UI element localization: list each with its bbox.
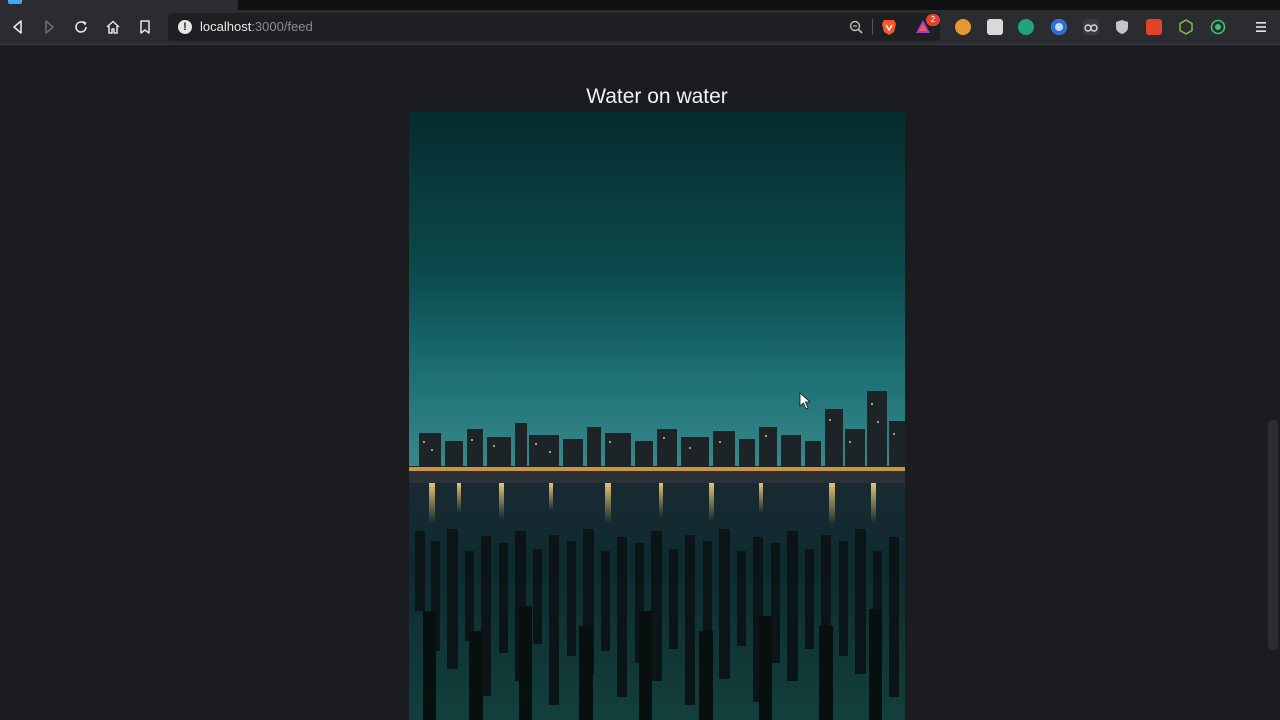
cookie-extension-icon[interactable]	[955, 19, 971, 35]
hexagon-icon	[1179, 19, 1193, 35]
reload-icon	[75, 21, 87, 33]
shield-icon	[1116, 20, 1128, 34]
hamburger-menu-icon[interactable]	[1254, 20, 1268, 34]
translate-extension-icon[interactable]	[987, 19, 1003, 35]
react-devtools-extension-icon[interactable]	[1146, 19, 1162, 35]
url-path: :3000/feed	[251, 19, 313, 34]
back-button[interactable]	[7, 16, 29, 38]
page-content: Water on water	[0, 45, 1266, 720]
forward-icon	[45, 20, 54, 34]
node-extension-icon[interactable]	[1178, 19, 1194, 35]
bookmark-icon	[140, 20, 150, 34]
tab-favicon-icon	[8, 0, 22, 4]
back-icon	[13, 20, 22, 34]
scrollbar-thumb[interactable]	[1268, 420, 1278, 650]
glasses-extension-icon[interactable]	[1083, 19, 1099, 35]
globe-extension-icon[interactable]	[1018, 19, 1034, 35]
url-host: localhost	[200, 19, 252, 34]
mouse-cursor-icon	[799, 392, 811, 410]
bookmark-button[interactable]	[134, 16, 156, 38]
shield-extension-icon[interactable]	[1114, 19, 1130, 35]
tab-strip	[0, 0, 1280, 10]
address-bar[interactable]: ! localhost:3000/feed 2	[168, 13, 940, 41]
rewards-badge: 2	[926, 14, 940, 26]
target-extension-icon[interactable]	[1210, 19, 1226, 35]
zoom-icon[interactable]	[848, 19, 864, 35]
url-separator	[872, 19, 873, 35]
url-text[interactable]: localhost:3000/feed	[200, 19, 313, 34]
page-scrollbar[interactable]	[1266, 45, 1280, 720]
browser-toolbar: ! localhost:3000/feed 2	[0, 10, 1280, 45]
post-title: Water on water	[586, 85, 728, 108]
active-tab[interactable]	[0, 0, 238, 10]
home-icon	[106, 20, 120, 34]
post-image	[409, 111, 905, 720]
circle-extension-icon[interactable]	[1051, 19, 1067, 35]
night-skyline-photo	[409, 111, 905, 720]
reload-button[interactable]	[70, 16, 92, 38]
target-icon	[1210, 19, 1226, 35]
site-info-icon[interactable]: !	[178, 20, 192, 34]
brave-shields-icon[interactable]	[880, 18, 898, 36]
home-button[interactable]	[102, 16, 124, 38]
glasses-icon	[1084, 24, 1098, 32]
forward-button[interactable]	[38, 16, 60, 38]
